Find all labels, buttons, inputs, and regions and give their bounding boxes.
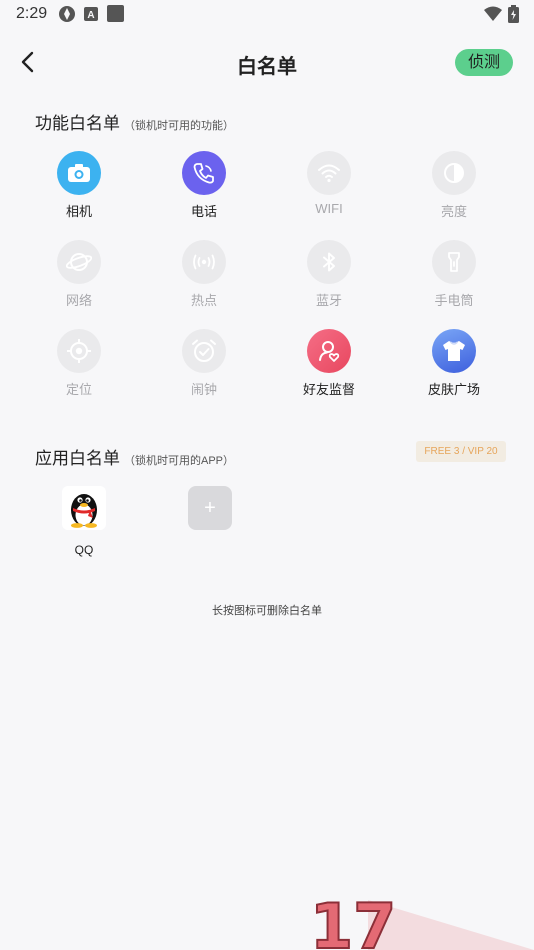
wifi-icon xyxy=(484,6,502,21)
delete-hint: 长按图标可删除白名单 xyxy=(212,605,322,617)
qq-penguin-icon xyxy=(62,486,106,530)
flashlight-icon xyxy=(432,240,476,284)
feature-wifi[interactable]: WIFI xyxy=(279,151,379,231)
feature-label: 定位 xyxy=(65,382,92,397)
location-icon xyxy=(57,329,101,373)
quota-badge: FREE 3 / VIP 20 xyxy=(416,441,506,462)
detect-button[interactable]: 侦测 xyxy=(455,49,513,76)
feature-phone[interactable]: 电话 xyxy=(154,151,254,231)
alarm-icon xyxy=(182,329,226,373)
feature-skin-square[interactable]: 皮肤广场 xyxy=(404,329,504,409)
add-app-button[interactable]: + xyxy=(188,486,232,530)
brightness-icon xyxy=(432,151,476,195)
hotspot-icon xyxy=(182,240,226,284)
feature-label: 蓝牙 xyxy=(315,293,342,308)
friend-supervise-icon xyxy=(307,329,351,373)
feature-bluetooth[interactable]: 蓝牙 xyxy=(279,240,379,320)
feature-label: 网络 xyxy=(65,293,92,308)
app-section-header: 应用白名单 （锁机时可用的APP） xyxy=(35,444,234,469)
watermark-text: 17 xyxy=(310,890,396,950)
skin-shirt-icon xyxy=(432,329,476,373)
bluetooth-icon xyxy=(307,240,351,284)
app-label: QQ xyxy=(74,543,94,557)
feature-label: 电话 xyxy=(190,204,217,219)
status-time: 2:29 xyxy=(16,5,48,22)
status-bar: 2:29 A xyxy=(0,0,534,28)
app-item-qq[interactable]: QQ xyxy=(54,486,114,557)
feature-section-subtitle: （锁机时可用的功能） xyxy=(124,120,234,132)
feature-location[interactable]: 定位 xyxy=(29,329,129,409)
feature-section-header: 功能白名单 （锁机时可用的功能） xyxy=(35,109,234,134)
feature-network[interactable]: 网络 xyxy=(29,240,129,320)
feature-label: 好友监督 xyxy=(302,382,355,397)
feature-label: 热点 xyxy=(190,293,217,308)
a-badge-icon: A xyxy=(84,7,98,21)
feature-flashlight[interactable]: 手电筒 xyxy=(404,240,504,320)
globe-icon xyxy=(57,240,101,284)
square-app-icon xyxy=(107,5,124,22)
battery-icon xyxy=(508,5,519,23)
page-title: 白名单 xyxy=(237,56,297,78)
wifi-icon xyxy=(307,151,351,195)
feature-label: 亮度 xyxy=(440,204,467,219)
vpn-icon xyxy=(59,6,75,22)
svg-text:A: A xyxy=(87,10,94,21)
feature-friend-supervise[interactable]: 好友监督 xyxy=(279,329,379,409)
feature-brightness[interactable]: 亮度 xyxy=(404,151,504,231)
phone-icon xyxy=(182,151,226,195)
feature-label: 相机 xyxy=(65,204,92,219)
feature-hotspot[interactable]: 热点 xyxy=(154,240,254,320)
app-section-title: 应用白名单 xyxy=(35,449,120,468)
feature-label: WIFI xyxy=(315,201,343,216)
feature-section-title: 功能白名单 xyxy=(35,114,120,133)
feature-label: 皮肤广场 xyxy=(427,382,480,397)
feature-label: 手电筒 xyxy=(434,293,474,308)
feature-alarm[interactable]: 闹钟 xyxy=(154,329,254,409)
header: 白名单 侦测 xyxy=(0,40,534,84)
app-section-subtitle: （锁机时可用的APP） xyxy=(124,455,235,467)
watermark-logo: 17 xyxy=(309,889,534,950)
feature-label: 闹钟 xyxy=(190,382,217,397)
feature-camera[interactable]: 相机 xyxy=(29,151,129,231)
camera-icon xyxy=(57,151,101,195)
